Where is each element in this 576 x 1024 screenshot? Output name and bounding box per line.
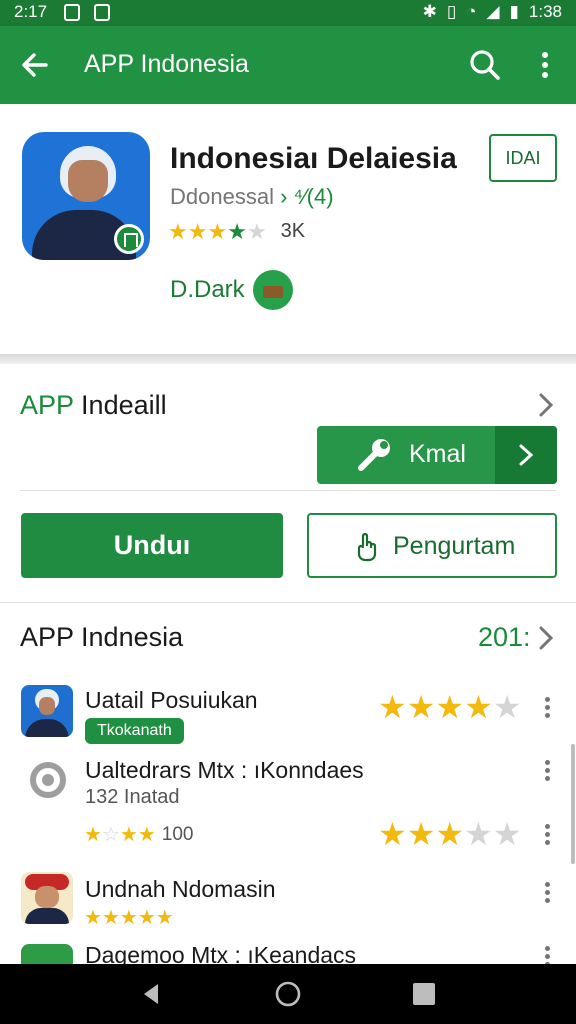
manage-button[interactable]: Pengurtam bbox=[307, 513, 557, 578]
list-section-title: APP Indnesia bbox=[20, 622, 184, 652]
kmal-button-label: Kmal bbox=[409, 440, 466, 468]
app-badge-icon bbox=[114, 224, 144, 254]
list-item-icon[interactable] bbox=[24, 754, 76, 806]
kmal-expand-button[interactable] bbox=[495, 426, 557, 484]
list-item-icon[interactable] bbox=[21, 944, 73, 964]
status-clock: 1:38 bbox=[528, 2, 562, 21]
wrench-icon bbox=[358, 439, 390, 471]
section-divider bbox=[0, 354, 576, 364]
list-item-title[interactable]: Ualtedrars Mtx : ‌ıKonndaes bbox=[85, 757, 364, 784]
list-item-small-count: 100 bbox=[161, 824, 194, 845]
app-name: Indonesiaı Delaiesia bbox=[170, 142, 457, 175]
star-icon: ★ bbox=[168, 218, 188, 244]
nav-back-icon[interactable] bbox=[136, 978, 168, 1010]
share-hand-icon bbox=[357, 532, 377, 562]
star-icon: ★ bbox=[227, 218, 247, 244]
developer-name[interactable]: D.Dark bbox=[170, 276, 245, 304]
list-item-small-rating: ★ ★ ★ ★ ★ bbox=[84, 907, 174, 929]
chevron-right-icon[interactable] bbox=[534, 623, 558, 653]
app-header-card: Indonesiaı Delaiesia Ddonessal › ⁴⁄(4) ★… bbox=[0, 104, 576, 356]
id-button[interactable]: IDAI bbox=[489, 134, 557, 182]
system-nav-bar bbox=[0, 964, 576, 1024]
app-icon bbox=[22, 132, 150, 260]
install-section-title-prefix: APP bbox=[20, 390, 74, 420]
list-item-title[interactable]: Undnah Ndomasin bbox=[85, 876, 276, 903]
notification-icon bbox=[64, 4, 80, 21]
install-section-title-rest: Indeaill bbox=[73, 390, 167, 420]
list-item-rating: ★ ★ ★ ★ ★ bbox=[378, 816, 522, 852]
status-time: 2:17 bbox=[14, 2, 48, 21]
more-options-icon[interactable] bbox=[542, 946, 552, 964]
list-item-subtitle: 132 Inatad bbox=[85, 786, 180, 808]
list-item-small-rating: ★ ☆ ★ ★ 100 bbox=[84, 824, 194, 846]
list-item-tag: Tkokanath bbox=[85, 718, 184, 744]
more-options-icon[interactable] bbox=[542, 760, 552, 782]
app-subtitle: Ddonessal › ⁴⁄(4) bbox=[170, 184, 334, 210]
chevron-right-icon bbox=[519, 444, 534, 466]
back-arrow-icon[interactable] bbox=[16, 46, 54, 84]
divider bbox=[20, 490, 556, 491]
more-options-icon[interactable] bbox=[542, 697, 552, 719]
chevron-right-icon[interactable] bbox=[534, 390, 558, 420]
signal-icon: ◢ bbox=[486, 2, 500, 21]
app-subtitle-text: Ddonessal bbox=[170, 184, 274, 209]
list-item-rating: ★ ★ ★ ★ ★ bbox=[378, 689, 522, 725]
more-options-icon[interactable] bbox=[542, 824, 552, 846]
list-item-title[interactable]: Uatail Posuiukan bbox=[85, 687, 258, 714]
scrollbar[interactable] bbox=[571, 744, 575, 864]
star-icon: ★ bbox=[187, 218, 208, 244]
star-icon: ★ bbox=[207, 218, 228, 244]
developer-badge-icon bbox=[252, 270, 293, 310]
vibrate-icon: ▯ bbox=[446, 2, 457, 21]
wifi-icon: ◔ bbox=[466, 2, 477, 21]
list-section-count: 201: bbox=[478, 622, 531, 652]
search-icon[interactable] bbox=[466, 46, 504, 84]
kmal-button[interactable]: Kmal bbox=[317, 426, 557, 484]
install-section-title: APP Indeaill bbox=[20, 390, 167, 421]
app-subtitle-extra: › ⁴⁄(4) bbox=[280, 184, 334, 209]
app-bar-title: APP Indonesia bbox=[84, 50, 249, 78]
app-bar: APP Indonesia bbox=[0, 26, 576, 104]
more-options-icon[interactable] bbox=[542, 882, 552, 904]
list-item-icon[interactable] bbox=[21, 872, 73, 924]
status-bar: 2:17 ✱ ▯ ◔ ◢ ▮ 1:38 bbox=[0, 0, 576, 26]
more-options-icon[interactable] bbox=[528, 46, 562, 84]
star-icon: ★ bbox=[246, 218, 267, 244]
battery-icon: ▮ bbox=[509, 2, 519, 21]
nav-recents-icon[interactable] bbox=[408, 978, 440, 1010]
app-rating: ★ ★ ★ ★ ★ 3K bbox=[168, 220, 305, 243]
notification-icon bbox=[94, 4, 110, 21]
developer-row[interactable]: D.Dark bbox=[170, 270, 293, 310]
divider bbox=[0, 602, 576, 603]
bluetooth-icon: ✱ bbox=[422, 2, 437, 21]
download-button[interactable]: Unduı bbox=[21, 513, 283, 578]
list-item-title[interactable]: Dagemoo Mtx : ‌ıKeandacs bbox=[85, 942, 356, 964]
nav-home-icon[interactable] bbox=[272, 978, 304, 1010]
manage-button-label: Pengurtam bbox=[393, 532, 516, 560]
rating-count: 3K bbox=[280, 220, 306, 242]
list-item-icon[interactable] bbox=[21, 685, 73, 737]
